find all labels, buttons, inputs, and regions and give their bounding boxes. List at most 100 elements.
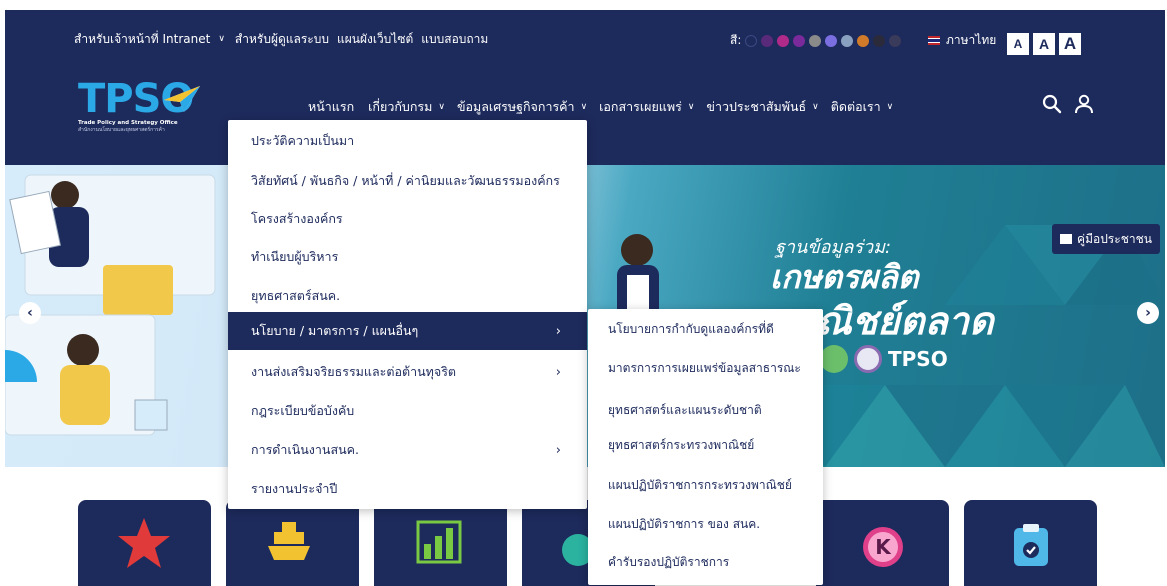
nav-home[interactable]: หน้าแรก [308, 97, 354, 117]
partner-logos: TPSO [820, 345, 948, 373]
submenu-item-ministry-strategy[interactable]: ยุทธศาสตร์กระทรวงพาณิชย์ [588, 427, 823, 463]
quick-tile-chart[interactable] [374, 500, 507, 586]
thai-flag-icon [928, 36, 940, 45]
chevron-right-icon: › [555, 364, 561, 380]
chevron-right-icon: › [555, 442, 561, 458]
chevron-down-icon: ∨ [218, 34, 225, 44]
nav-trade-data[interactable]: ข้อมูลเศรษฐกิจการค้า [457, 97, 575, 117]
menu-item-label: การดำเนินงานสนค. [251, 442, 359, 457]
menu-item-operations[interactable]: การดำเนินงานสนค. › [228, 431, 587, 469]
menu-item-label: รายงานประจำปี [251, 481, 338, 496]
quick-tile-k[interactable]: K [816, 500, 949, 586]
menu-item-history[interactable]: ประวัติความเป็นมา [228, 122, 587, 160]
submenu-item-label: ยุทธศาสตร์กระทรวงพาณิชย์ [608, 437, 755, 452]
clipboard-check-icon [1014, 524, 1048, 566]
main-nav: หน้าแรก เกี่ยวกับกรม ∨ ข้อมูลเศรษฐกิจการ… [308, 97, 905, 117]
chevron-down-icon: ∨ [812, 102, 819, 112]
color-swatch-dark[interactable] [873, 34, 886, 47]
quick-tile-star[interactable] [78, 500, 211, 586]
chevron-down-icon: ∨ [580, 102, 588, 112]
chevron-down-icon: ∨ [687, 102, 695, 112]
chevron-right-icon: › [555, 323, 561, 339]
menu-item-label: ยุทธศาสตร์สนค. [251, 288, 341, 303]
ministry-seal-icon [854, 345, 882, 373]
svg-text:K: K [875, 535, 892, 559]
chevron-down-icon: ∨ [438, 102, 445, 112]
menu-item-ethics[interactable]: งานส่งเสริมจริยธรรมและต่อต้านทุจริต › [228, 353, 587, 391]
menu-item-structure[interactable]: โครงสร้างองค์กร [228, 200, 587, 238]
menu-item-executives[interactable]: ทำเนียบผู้บริหาร [228, 238, 587, 276]
color-swatch-violet[interactable] [793, 34, 806, 47]
quick-tile-ship[interactable] [226, 500, 359, 586]
menu-item-annual-report[interactable]: รายงานประจำปี [228, 470, 587, 508]
menu-item-label: วิสัยทัศน์ / พันธกิจ / หน้าที่ / ค่านิยม… [251, 173, 560, 188]
survey-link[interactable]: แบบสอบถาม [421, 30, 488, 49]
hero-prev-button[interactable]: ‹ [19, 302, 41, 324]
submenu-item-governance[interactable]: นโยบายการกำกับดูแลองค์กรที่ดี [588, 311, 823, 347]
font-size-large-button[interactable]: A [1059, 33, 1081, 55]
submenu-item-national-strategy[interactable]: ยุทธศาสตร์และแผนระดับชาติ [588, 392, 823, 428]
quick-tile-clipboard[interactable] [964, 500, 1097, 586]
utility-bar: สำหรับเจ้าหน้าที่ Intranet ∨ สำหรับผู้ดู… [74, 28, 496, 50]
language-label: ภาษาไทย [946, 33, 997, 47]
menu-item-strategy[interactable]: ยุทธศาสตร์สนค. [228, 277, 587, 315]
color-swatch-gray[interactable] [809, 34, 822, 47]
user-icon[interactable] [1074, 94, 1094, 114]
k-coin-icon: K [863, 527, 903, 567]
menu-item-label: นโยบาย / มาตรการ / แผนอื่นๆ [251, 323, 419, 338]
menu-item-label: โครงสร้างองค์กร [251, 211, 343, 226]
citizen-manual-button[interactable]: คู่มือประชาชน [1052, 224, 1160, 254]
font-size-controls: A A A [1007, 33, 1081, 55]
font-size-medium-button[interactable]: A [1033, 33, 1055, 55]
submenu-item-label: นโยบายการกำกับดูแลองค์กรที่ดี [608, 321, 774, 336]
about-dropdown-menu: ประวัติความเป็นมา วิสัยทัศน์ / พันธกิจ /… [228, 120, 587, 509]
submenu-item-performance-agreement[interactable]: คำรับรองปฏิบัติราชการ [588, 544, 823, 580]
submenu-item-disclosure[interactable]: มาตรการการเผยแพร่ข้อมูลสาธารณะ [588, 350, 823, 386]
submenu-item-label: ยุทธศาสตร์และแผนระดับชาติ [608, 402, 762, 417]
menu-item-label: ทำเนียบผู้บริหาร [251, 249, 339, 264]
submenu-item-label: คำรับรองปฏิบัติราชการ [608, 554, 730, 569]
site-logo[interactable]: TPSO Trade Policy and Strategy Office สำ… [78, 79, 203, 144]
color-theme-picker: สี: [730, 31, 902, 50]
menu-item-regulations[interactable]: กฎระเบียบข้อบังคับ [228, 392, 587, 430]
nav-news[interactable]: ข่าวประชาสัมพันธ์ [706, 97, 806, 117]
partner-seal-icon [820, 345, 848, 373]
admin-link[interactable]: สำหรับผู้ดูแลระบบ [235, 30, 329, 49]
submenu-item-label: แผนปฏิบัติราชการ ของ สนค. [608, 516, 761, 531]
menu-item-policies[interactable]: นโยบาย / มาตรการ / แผนอื่นๆ › [228, 312, 587, 350]
language-switch[interactable]: ภาษาไทย [928, 31, 996, 50]
search-icon[interactable] [1042, 94, 1062, 114]
policy-submenu: นโยบายการกำกับดูแลองค์กรที่ดี มาตรการการ… [588, 309, 823, 585]
paper-plane-icon [164, 86, 200, 112]
color-label: สี: [730, 33, 742, 47]
chevron-down-icon: ∨ [886, 102, 894, 112]
book-icon [1060, 234, 1073, 244]
font-size-small-button[interactable]: A [1007, 33, 1029, 55]
hero-brand-mark: TPSO [888, 347, 948, 371]
color-swatch-purple[interactable] [761, 34, 774, 47]
submenu-item-ministry-plan[interactable]: แผนปฏิบัติราชการกระทรวงพาณิชย์ [588, 467, 823, 503]
color-swatch-steel[interactable] [841, 34, 854, 47]
menu-item-label: ประวัติความเป็นมา [251, 133, 355, 148]
color-swatch-magenta[interactable] [777, 34, 790, 47]
citizen-manual-label: คู่มือประชาชน [1077, 231, 1152, 246]
hero-next-button[interactable]: › [1137, 302, 1159, 324]
submenu-item-tpso-plan[interactable]: แผนปฏิบัติราชการ ของ สนค. [588, 506, 823, 542]
logo-subtitle-th: สำนักงานนโยบายและยุทธศาสตร์การค้า [78, 127, 165, 133]
intranet-link[interactable]: สำหรับเจ้าหน้าที่ Intranet [74, 30, 210, 49]
menu-item-vision[interactable]: วิสัยทัศน์ / พันธกิจ / หน้าที่ / ค่านิยม… [228, 162, 587, 200]
nav-publications[interactable]: เอกสารเผยแพร่ [599, 97, 682, 117]
nav-about[interactable]: เกี่ยวกับกรม [368, 97, 432, 117]
page: สำหรับเจ้าหน้าที่ Intranet ∨ สำหรับผู้ดู… [0, 0, 1167, 586]
menu-item-label: งานส่งเสริมจริยธรรมและต่อต้านทุจริต [251, 364, 457, 379]
submenu-item-label: มาตรการการเผยแพร่ข้อมูลสาธารณะ [608, 360, 801, 375]
header-actions [1042, 94, 1094, 114]
color-swatch-orange[interactable] [857, 34, 870, 47]
nav-contact[interactable]: ติดต่อเรา [831, 97, 881, 117]
star-icon [118, 518, 170, 568]
sitemap-link[interactable]: แผนผังเว็บไซต์ [337, 30, 413, 49]
color-swatch-lavender[interactable] [825, 34, 838, 47]
color-swatch-slate[interactable] [889, 34, 902, 47]
menu-item-label: กฎระเบียบข้อบังคับ [251, 403, 355, 418]
color-swatch-navy[interactable] [745, 34, 758, 47]
